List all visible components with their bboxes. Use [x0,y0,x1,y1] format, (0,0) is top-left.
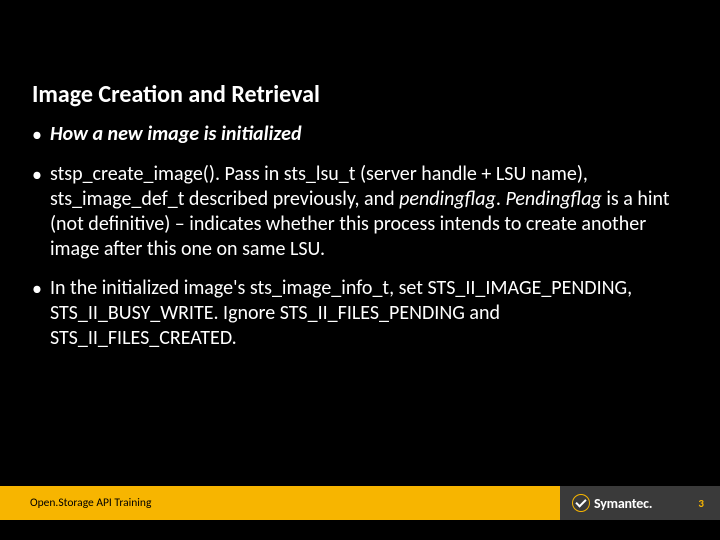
bullet-dot-icon: • [32,163,42,188]
check-circle-icon [572,494,590,512]
footer-bar: Open.Storage API Training Symantec. 3 [0,486,720,520]
bullet-1-text: How a new image is initialized [50,122,688,147]
bullet-2-mid: . [496,187,506,211]
bullet-2-text: stsp_create_image(). Pass in sts_lsu_t (… [50,162,688,262]
bullet-2-pendingflag-1: pendingflag [399,187,496,211]
bullet-2: • stsp_create_image(). Pass in sts_lsu_t… [32,162,688,262]
bullet-1: • How a new image is initialized [32,122,688,148]
bullet-2-pendingflag-2: Pendingflag [505,187,601,211]
footer-text: Open.Storage API Training [30,496,151,510]
bullet-3-text: In the initialized image's sts_image_inf… [50,276,688,351]
slide-title: Image Creation and Retrieval [32,80,320,109]
slide: Image Creation and Retrieval • How a new… [0,0,720,540]
bullet-3: • In the initialized image's sts_image_i… [32,276,688,351]
brand-name: Symantec. [594,495,652,512]
bullet-dot-icon: • [32,123,42,148]
symantec-logo: Symantec. [572,494,652,512]
slide-content: • How a new image is initialized • stsp_… [32,122,688,365]
footer-left: Open.Storage API Training [0,486,560,520]
page-number: 3 [698,497,704,510]
footer-right: Symantec. 3 [560,486,720,520]
bullet-dot-icon: • [32,277,42,302]
